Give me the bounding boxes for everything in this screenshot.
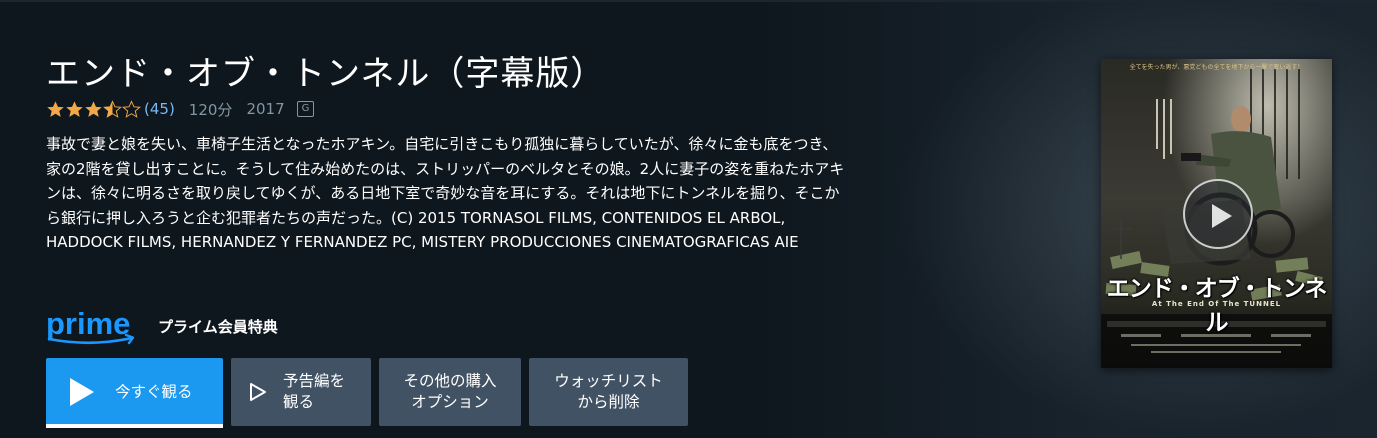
other-purchase-label: その他の購入 オプション: [403, 372, 497, 411]
empty-star-icon: [122, 99, 141, 118]
top-divider: [0, 0, 1377, 2]
metadata-row: (45) 120分 2017 G: [46, 98, 315, 120]
poster-tagline: 全てを失った男が、悪党どもの全てを地下から一撃で奪い返す！: [1129, 64, 1304, 71]
page-title: エンド・オブ・トンネル（字幕版）: [46, 54, 606, 94]
prime-benefit: prime プライム会員特典: [46, 306, 278, 346]
poster-play-icon: [1212, 204, 1232, 228]
trailer-label: 予告編を 観る: [283, 372, 346, 411]
focus-underline: [46, 424, 223, 428]
play-icon: [70, 378, 94, 406]
half-star-icon: [103, 99, 122, 118]
remove-watchlist-label: ウォッチリスト から削除: [554, 372, 663, 411]
trailer-button[interactable]: 予告編を 観る: [231, 358, 371, 426]
svg-text:prime: prime: [46, 306, 130, 341]
star-rating[interactable]: [46, 99, 141, 119]
prime-benefit-label: プライム会員特典: [158, 317, 278, 336]
rating-count[interactable]: (45): [144, 100, 175, 118]
prime-logo: prime: [46, 306, 135, 345]
star-icon: [66, 100, 83, 117]
star-icon: [47, 100, 64, 117]
remove-from-watchlist-button[interactable]: ウォッチリスト から削除: [529, 358, 688, 426]
poster-image[interactable]: 全てを失った男が、悪党どもの全てを地下から一撃で奪い返す！ エンド・オブ・トンネ…: [1101, 59, 1332, 368]
watch-now-button[interactable]: 今すぐ観る: [46, 358, 223, 428]
synopsis: 事故で妻と娘を失い、車椅子生活となったホアキン。自宅に引きこもり孤独に暮らしてい…: [46, 135, 845, 252]
age-rating-badge: G: [296, 101, 315, 117]
trailer-play-icon: [250, 383, 266, 401]
poster-subtitle: At The End Of The TUNNEL: [1151, 300, 1282, 308]
other-purchase-options-button[interactable]: その他の購入 オプション: [379, 358, 521, 426]
star-icon: [85, 100, 102, 117]
poster-play-button[interactable]: [1183, 179, 1253, 249]
runtime: 120分: [188, 100, 233, 119]
watch-now-label: 今すぐ観る: [115, 382, 193, 401]
release-year: 2017: [246, 100, 285, 118]
